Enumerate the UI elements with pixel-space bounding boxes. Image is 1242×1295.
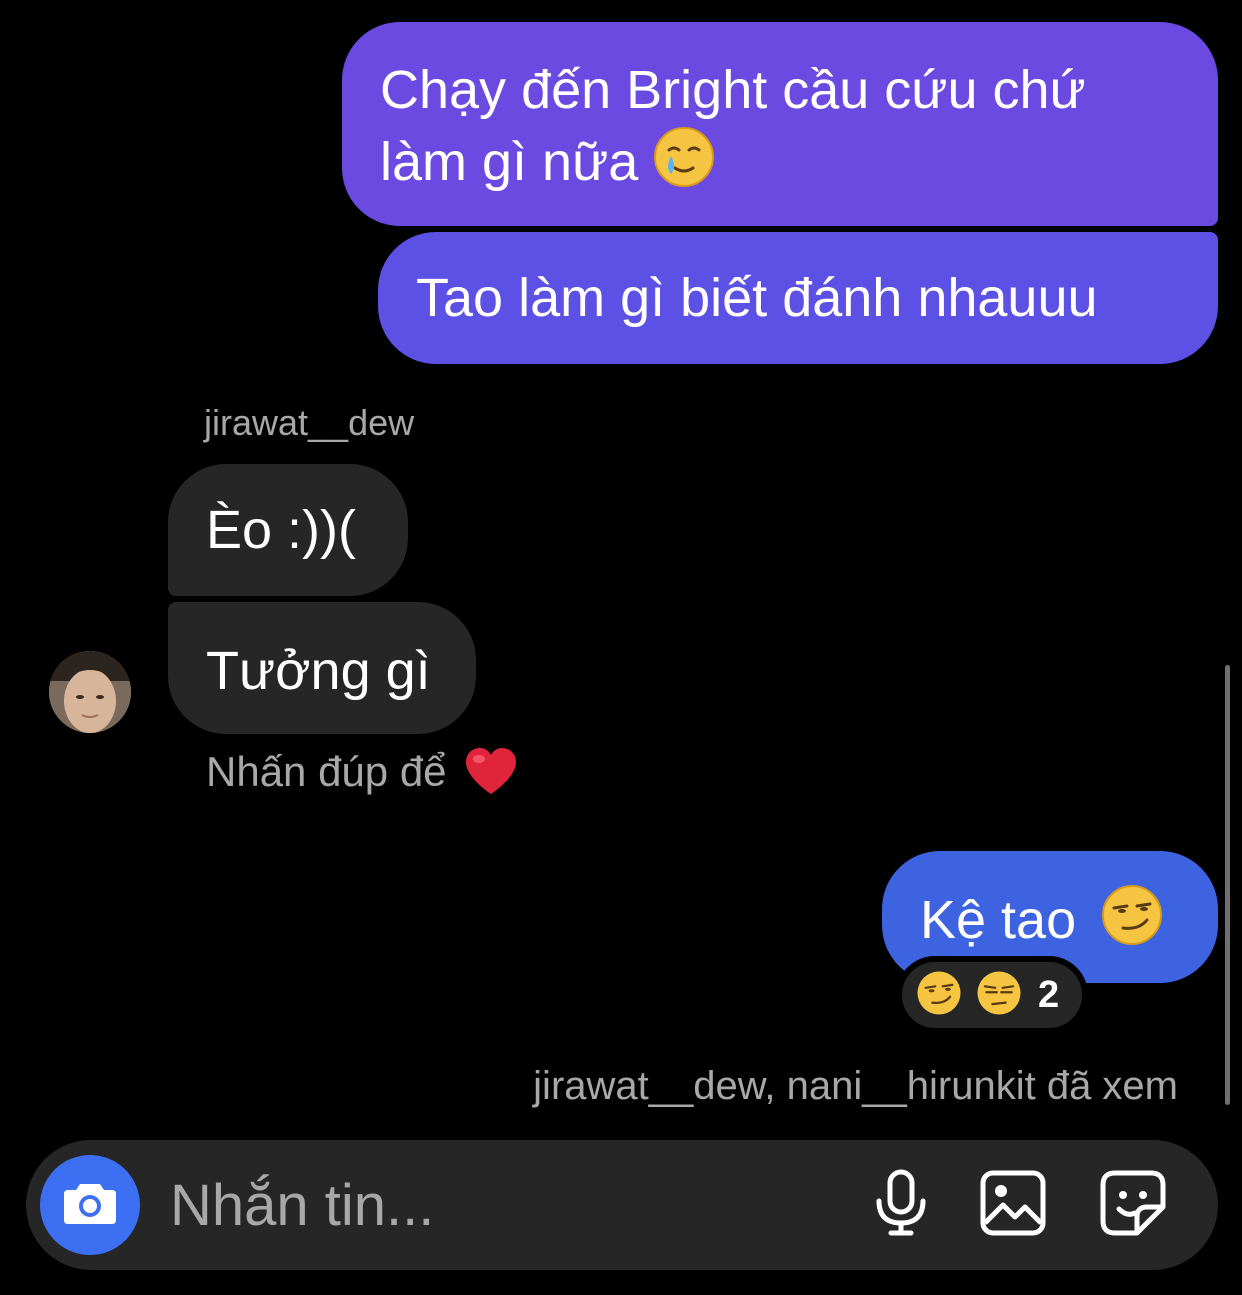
sticker-button[interactable] (1098, 1170, 1168, 1240)
unamused-face-icon (976, 970, 1022, 1021)
sender-avatar[interactable] (49, 651, 131, 733)
message-composer: Nhắn tin... (26, 1140, 1218, 1270)
camera-icon (62, 1180, 118, 1231)
received-message-bubble[interactable]: Èo :))( (168, 464, 408, 596)
smirking-face-icon (916, 970, 962, 1021)
reaction-count: 2 (1038, 973, 1060, 1016)
smirking-face-emoji (1101, 884, 1163, 964)
sent-message-bubble[interactable]: Chạy đến Bright cầu cứu chứ làm gì nữa (342, 22, 1218, 226)
red-heart-icon (464, 746, 518, 810)
voice-message-button[interactable] (866, 1169, 936, 1242)
gallery-button[interactable] (978, 1170, 1048, 1240)
microphone-icon (873, 1169, 929, 1242)
image-icon (979, 1169, 1047, 1242)
camera-button[interactable] (40, 1155, 140, 1255)
sender-username: jirawat__dew (204, 402, 415, 443)
message-reactions[interactable]: 2 (896, 956, 1088, 1034)
message-text: Kệ tao (920, 890, 1077, 950)
avatar-photo (49, 651, 131, 733)
message-input[interactable]: Nhắn tin... (170, 1170, 434, 1242)
message-text: Tao làm gì biết đánh nhauuu (416, 268, 1098, 328)
hint-text: Nhấn đúp để (206, 748, 447, 795)
sticker-icon (1099, 1169, 1167, 1242)
scrollbar[interactable] (1225, 665, 1230, 1105)
double-tap-like-hint: Nhấn đúp để (206, 744, 518, 810)
sent-message-bubble[interactable]: Tao làm gì biết đánh nhauuu (378, 232, 1218, 364)
message-text: Chạy đến Bright cầu cứu chứ làm gì nữa (380, 60, 1086, 192)
message-text: Èo :))( (206, 500, 357, 560)
seen-by-status: jirawat__dew, nani__hirunkit đã xem (533, 1064, 1178, 1108)
message-text: Tưởng gì (206, 641, 431, 701)
received-message-bubble[interactable]: Tưởng gì (168, 602, 476, 734)
crying-smile-emoji (653, 126, 715, 206)
